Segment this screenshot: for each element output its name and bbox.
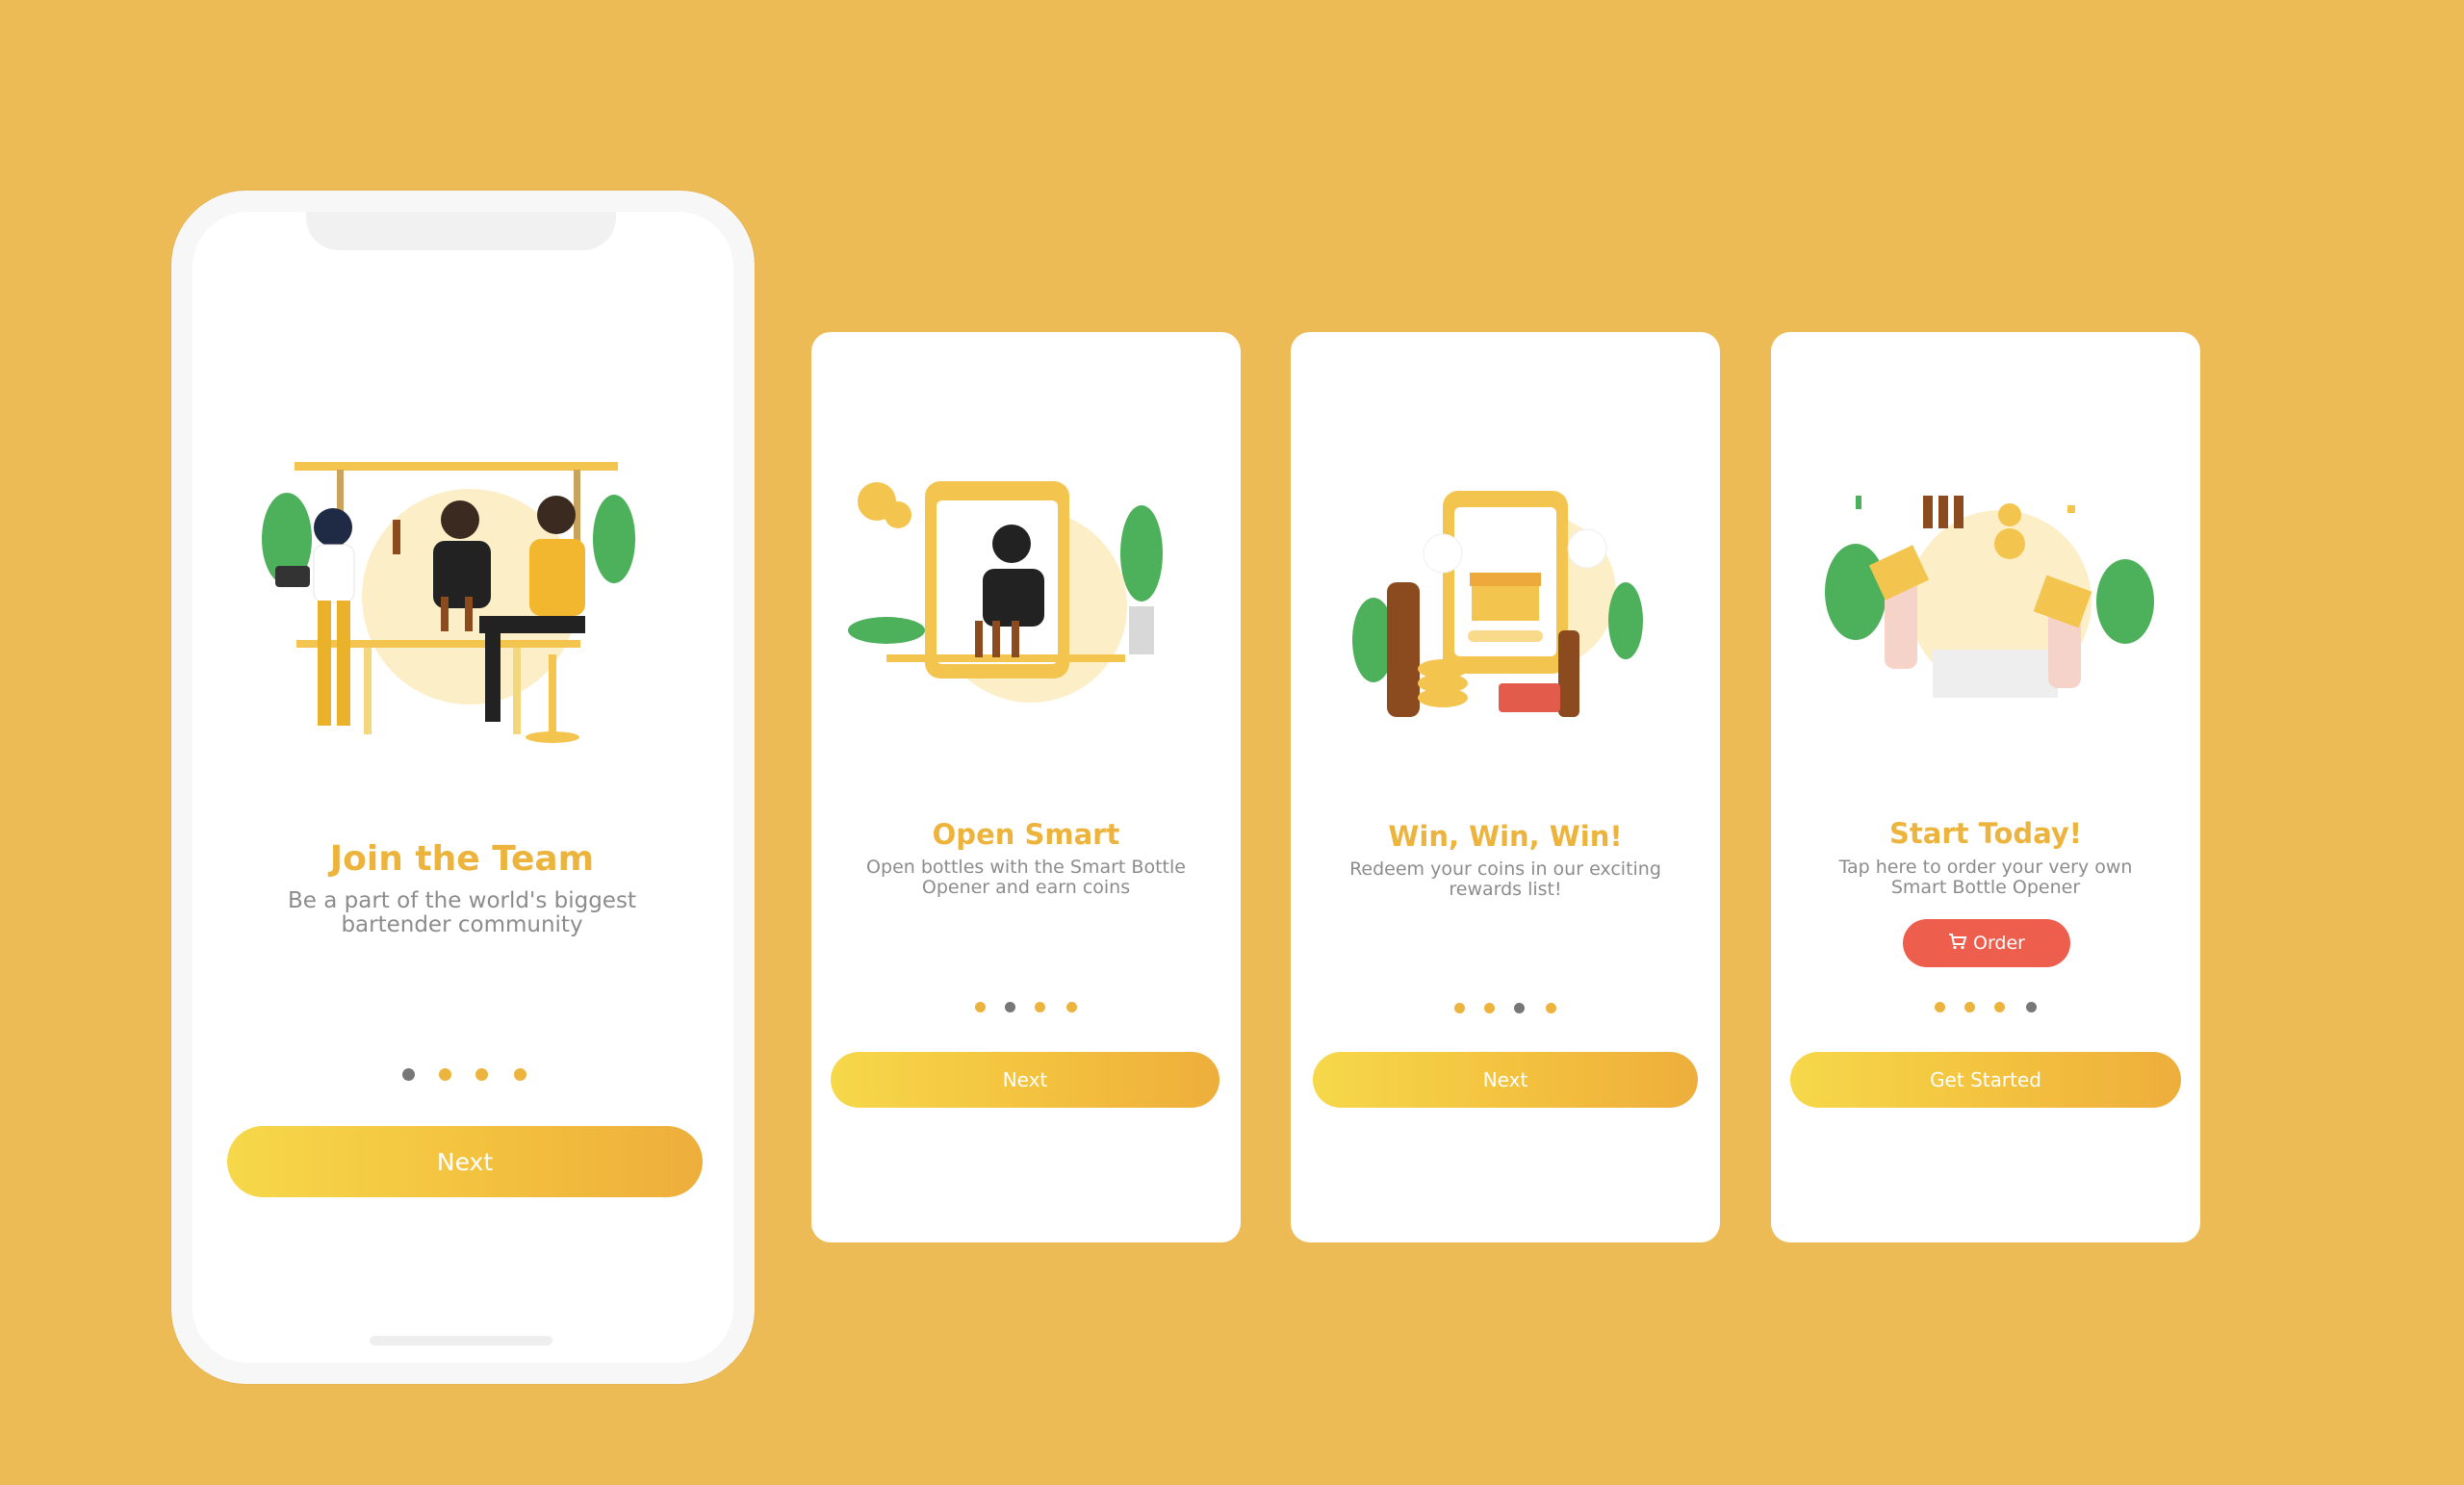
- order-button[interactable]: Order: [1903, 919, 2070, 967]
- screen-title: Win, Win, Win!: [1388, 820, 1623, 853]
- next-button[interactable]: Next: [831, 1052, 1219, 1108]
- onboarding-card-4: Start Today! Tap here to order your very…: [1771, 332, 2200, 1242]
- cart-icon: [1948, 933, 1967, 955]
- page-dot: [1994, 1002, 2005, 1012]
- order-label: Order: [1973, 933, 2025, 954]
- onboarding-card-2: Open Smart Open bottles with the Smart B…: [811, 332, 1241, 1242]
- home-indicator: [370, 1336, 552, 1345]
- description-line: Redeem your coins in our exciting: [1349, 858, 1661, 880]
- page-dot: [1066, 1002, 1077, 1012]
- screen-title: Open Smart: [932, 818, 1120, 851]
- description-line: Opener and earn coins: [921, 876, 1131, 898]
- page-dot: [514, 1068, 526, 1081]
- description-line: bartender community: [341, 912, 583, 938]
- page-dot-active: [1514, 1003, 1525, 1013]
- celebration-hands-icon: [1825, 496, 2154, 698]
- phone-notch: [306, 212, 616, 250]
- page-dot: [475, 1068, 488, 1081]
- phone-frame: [171, 191, 755, 1384]
- screen-title: Start Today!: [1889, 817, 2082, 850]
- screen-description: Be a part of the world's biggest bartend…: [250, 888, 674, 938]
- page-dot: [1484, 1003, 1495, 1013]
- description-line: Smart Bottle Opener: [1890, 876, 2081, 898]
- phone-bartender-icon: [848, 481, 1163, 703]
- page-dot: [1964, 1002, 1975, 1012]
- screen-title: Join the Team: [329, 839, 595, 879]
- page-dot: [439, 1068, 451, 1081]
- onboarding-card-3: Win, Win, Win! Redeem your coins in our …: [1291, 332, 1720, 1242]
- description-line: rewards list!: [1449, 878, 1562, 900]
- page-dot-active: [402, 1068, 415, 1081]
- next-button[interactable]: Next: [227, 1126, 703, 1197]
- page-dot: [1035, 1002, 1045, 1012]
- rewards-phone-icon: [1352, 491, 1643, 717]
- description-line: Be a part of the world's biggest: [288, 888, 636, 913]
- description-line: Tap here to order your very own: [1838, 857, 2133, 878]
- get-started-button[interactable]: Get Started: [1790, 1052, 2181, 1108]
- bartender-team-icon: [262, 462, 635, 743]
- page-dot: [975, 1002, 986, 1012]
- page-dot: [1454, 1003, 1465, 1013]
- screen-description: Redeem your coins in our exciting reward…: [1310, 859, 1701, 900]
- screen-description: Tap here to order your very own Smart Bo…: [1790, 858, 2181, 898]
- page-dot-active: [2026, 1002, 2037, 1012]
- page-dot: [1546, 1003, 1556, 1013]
- description-line: Open bottles with the Smart Bottle: [866, 857, 1186, 878]
- page-dot-active: [1005, 1002, 1015, 1012]
- page-dot: [1935, 1002, 1945, 1012]
- screen-description: Open bottles with the Smart Bottle Opene…: [831, 858, 1221, 898]
- next-button[interactable]: Next: [1313, 1052, 1698, 1108]
